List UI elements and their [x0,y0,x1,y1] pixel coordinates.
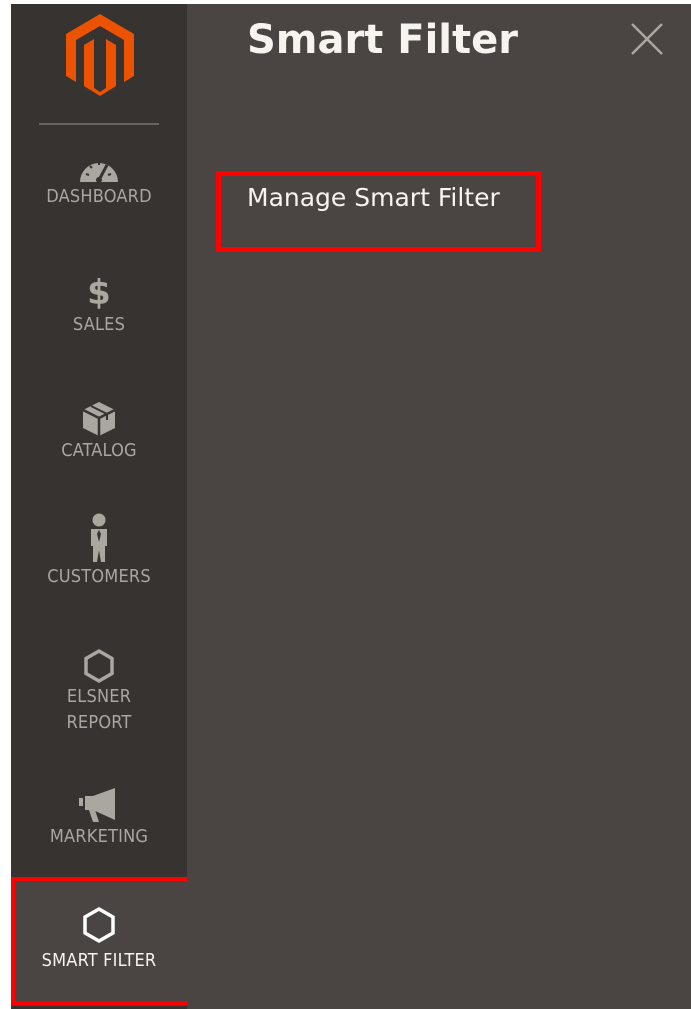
sidebar-item-elsner-report[interactable]: ELSNER REPORT [11,648,187,736]
sidebar-item-sales[interactable]: $ SALES [11,274,187,338]
hexagon-icon [83,906,115,944]
sidebar-item-dashboard[interactable]: DASHBOARD [11,154,187,210]
submenu-panel: Smart Filter Manage Smart Filter [187,4,691,1009]
sidebar-divider [39,123,159,125]
speedometer-icon [80,162,118,183]
megaphone-icon [79,788,115,822]
sidebar-item-label: ELSNER [66,686,132,707]
magento-logo-icon[interactable] [64,12,136,96]
sidebar-item-catalog[interactable]: CATALOG [11,400,187,464]
hexagon-icon [84,648,114,684]
sidebar-item-label: MARKETING [49,826,149,847]
person-icon [91,513,107,562]
sidebar-item-label: DASHBOARD [46,186,152,207]
admin-sidebar: DASHBOARD $ SALES CATALOG CUSTOMERS ELSN… [11,4,187,1009]
manage-smart-filter-link[interactable]: Manage Smart Filter [247,182,500,214]
close-icon[interactable] [629,21,665,57]
sidebar-item-label: SMART FILTER [41,950,157,971]
sidebar-item-label: CATALOG [61,440,137,461]
sidebar-item-customers[interactable]: CUSTOMERS [11,512,187,590]
sidebar-item-smart-filter[interactable]: SMART FILTER [11,880,187,1006]
box-icon [82,402,116,436]
sidebar-item-label: SALES [72,314,126,335]
dollar-icon: $ [87,273,111,313]
active-item-underline [20,1001,187,1005]
sidebar-item-marketing[interactable]: MARKETING [11,786,187,850]
panel-title: Smart Filter [247,17,518,63]
sidebar-item-label: CUSTOMERS [47,566,151,587]
sidebar-item-label: REPORT [66,712,132,733]
